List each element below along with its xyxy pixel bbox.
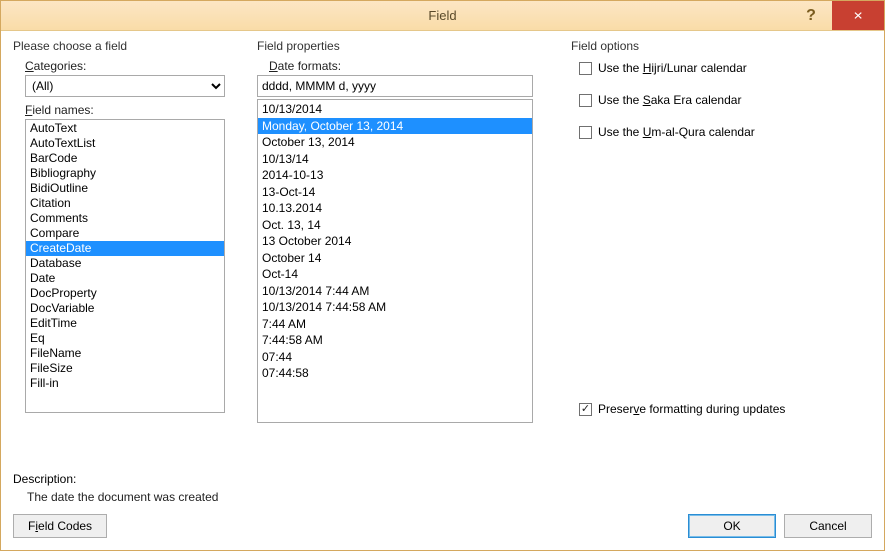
date-format-item[interactable]: 07:44:58 [258,365,532,382]
date-format-item[interactable]: 10/13/2014 [258,101,532,118]
window-controls: ? ✕ [790,1,884,30]
option-saka-row[interactable]: Use the Saka Era calendar [579,93,872,107]
fieldname-item[interactable]: Date [26,271,224,286]
date-format-item[interactable]: 10.13.2014 [258,200,532,217]
help-button[interactable]: ? [790,1,832,30]
fieldname-item[interactable]: CreateDate [26,241,224,256]
dialog-footer: Field Codes OK Cancel [13,514,872,538]
fieldname-item[interactable]: BarCode [26,151,224,166]
date-formats-label: Date formats: [269,59,557,73]
close-icon: ✕ [853,9,863,22]
field-codes-button[interactable]: Field Codes [13,514,107,538]
date-format-item[interactable]: October 13, 2014 [258,134,532,151]
date-format-item[interactable]: 10/13/2014 7:44:58 AM [258,299,532,316]
field-options-panel: Field options Use the Hijri/Lunar calend… [571,39,872,464]
field-properties-panel: Field properties Date formats: 10/13/201… [257,39,557,464]
option-hijri-checkbox[interactable] [579,62,592,75]
field-dialog: Field ? ✕ Please choose a field Categori… [0,0,885,551]
option-hijri-row[interactable]: Use the Hijri/Lunar calendar [579,61,872,75]
categories-combobox[interactable]: (All) [25,75,225,97]
fieldname-item[interactable]: Database [26,256,224,271]
date-format-item[interactable]: 2014-10-13 [258,167,532,184]
option-umalqura-checkbox[interactable] [579,126,592,139]
window-title: Field [428,8,456,23]
date-format-item[interactable]: 13-Oct-14 [258,184,532,201]
date-format-item[interactable]: 10/13/14 [258,151,532,168]
option-preserve-row[interactable]: Preserve formatting during updates [579,402,872,416]
fieldname-item[interactable]: FileSize [26,361,224,376]
field-properties-label: Field properties [257,39,557,53]
categories-label: Categories: [25,59,243,73]
cancel-button[interactable]: Cancel [784,514,872,538]
fieldname-item[interactable]: AutoTextList [26,136,224,151]
choose-field-panel: Please choose a field Categories: (All) … [13,39,243,464]
titlebar: Field ? ✕ [1,1,884,31]
fieldnames-label: Field names: [25,103,243,117]
date-format-item[interactable]: Monday, October 13, 2014 [258,118,532,135]
description-text: The date the document was created [27,490,872,504]
fieldname-item[interactable]: FileName [26,346,224,361]
option-saka-label: Use the Saka Era calendar [598,93,741,107]
fieldname-item[interactable]: Compare [26,226,224,241]
fieldname-item[interactable]: DocProperty [26,286,224,301]
option-preserve-checkbox[interactable] [579,403,592,416]
description-label: Description: [13,472,872,486]
option-preserve-label: Preserve formatting during updates [598,402,785,416]
fieldname-item[interactable]: Bibliography [26,166,224,181]
option-umalqura-label: Use the Um-al-Qura calendar [598,125,755,139]
description-block: Description: The date the document was c… [13,472,872,504]
fieldnames-listbox[interactable]: AutoTextAutoTextListBarCodeBibliographyB… [25,119,225,413]
date-format-item[interactable]: Oct-14 [258,266,532,283]
date-formats-listbox[interactable]: 10/13/2014Monday, October 13, 2014Octobe… [257,99,533,423]
option-umalqura-row[interactable]: Use the Um-al-Qura calendar [579,125,872,139]
date-format-item[interactable]: 7:44:58 AM [258,332,532,349]
date-format-item[interactable]: 7:44 AM [258,316,532,333]
date-format-item[interactable]: Oct. 13, 14 [258,217,532,234]
date-format-item[interactable]: 10/13/2014 7:44 AM [258,283,532,300]
fieldname-item[interactable]: DocVariable [26,301,224,316]
date-format-item[interactable]: October 14 [258,250,532,267]
close-button[interactable]: ✕ [832,1,884,30]
fieldname-item[interactable]: EditTime [26,316,224,331]
fieldname-item[interactable]: Fill-in [26,376,224,391]
fieldname-item[interactable]: Comments [26,211,224,226]
fieldname-item[interactable]: Citation [26,196,224,211]
date-format-input[interactable] [257,75,533,97]
option-hijri-label: Use the Hijri/Lunar calendar [598,61,747,75]
date-format-item[interactable]: 07:44 [258,349,532,366]
fieldname-item[interactable]: AutoText [26,121,224,136]
fieldname-item[interactable]: Eq [26,331,224,346]
dialog-body: Please choose a field Categories: (All) … [1,31,884,550]
choose-field-label: Please choose a field [13,39,243,53]
ok-button[interactable]: OK [688,514,776,538]
fieldname-item[interactable]: BidiOutline [26,181,224,196]
option-saka-checkbox[interactable] [579,94,592,107]
date-format-item[interactable]: 13 October 2014 [258,233,532,250]
field-options-label: Field options [571,39,872,53]
